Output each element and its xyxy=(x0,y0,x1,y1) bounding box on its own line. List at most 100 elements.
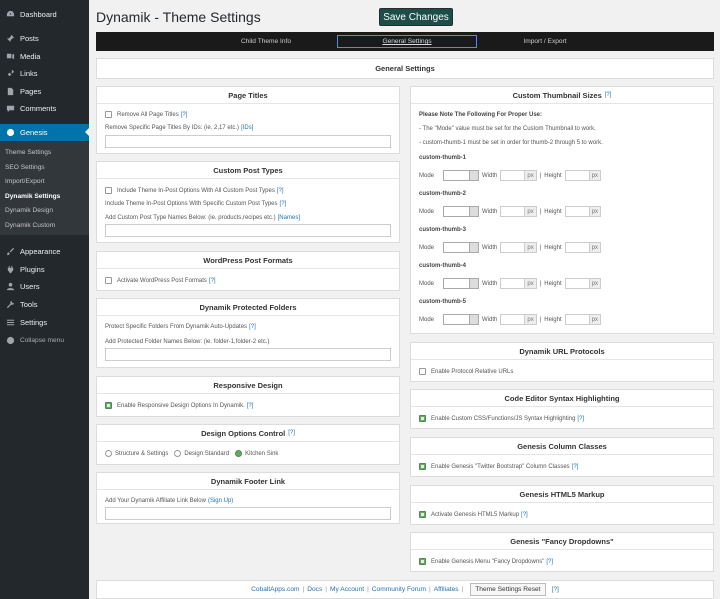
names-link[interactable]: [Names] xyxy=(278,215,300,221)
column-classes-checkbox[interactable] xyxy=(419,463,426,470)
syntax-highlighting-checkbox[interactable] xyxy=(419,415,426,422)
thumb-2-mode-select[interactable] xyxy=(443,206,480,217)
thumb-4-width-input[interactable] xyxy=(500,278,526,289)
sidebar-item-label: Users xyxy=(20,282,40,291)
column-classes-panel: Genesis Column Classes Enable Genesis "T… xyxy=(410,437,714,477)
help-link[interactable]: [?] xyxy=(247,403,254,409)
page-title-ids-input[interactable] xyxy=(105,135,391,148)
thumb-2-height-input[interactable] xyxy=(564,206,590,217)
footer-link-panel: Dynamik Footer Link Add Your Dynamik Aff… xyxy=(96,472,400,524)
protected-folders-input[interactable] xyxy=(105,348,391,361)
responsive-design-checkbox[interactable] xyxy=(105,402,112,409)
collapse-menu-button[interactable]: Collapse menu xyxy=(0,332,89,349)
cpt-all-checkbox[interactable] xyxy=(105,187,112,194)
submenu-item-dynamik-settings[interactable]: Dynamik Settings xyxy=(5,193,60,200)
page-title: Dynamik - Theme Settings xyxy=(96,9,261,25)
sidebar-item-pages[interactable]: Pages xyxy=(0,83,89,100)
submenu-item-import-export[interactable]: Import/Export xyxy=(5,178,45,185)
sidebar-item-label: Settings xyxy=(20,318,48,327)
sidebar-item-settings[interactable]: Settings xyxy=(0,314,89,331)
thumb-3-height-input[interactable] xyxy=(564,242,590,253)
sidebar-item-genesis[interactable]: Genesis xyxy=(0,124,89,141)
sidebar-item-tools[interactable]: Tools xyxy=(0,296,89,313)
tab-child-theme-info[interactable]: Child Theme Info xyxy=(196,32,336,51)
panel-title: Dynamik URL Protocols xyxy=(411,343,713,360)
design-standard-radio[interactable] xyxy=(174,450,182,457)
save-changes-button[interactable]: Save Changes xyxy=(379,8,453,26)
link-icon xyxy=(5,69,15,79)
post-formats-checkbox[interactable] xyxy=(105,277,112,284)
panel-title: Genesis HTML5 Markup xyxy=(411,486,713,503)
fancy-dropdowns-checkbox[interactable] xyxy=(419,558,426,565)
sidebar-item-comments[interactable]: Comments xyxy=(0,100,89,117)
html5-markup-checkbox[interactable] xyxy=(419,511,426,518)
footer-link-docs[interactable]: Docs xyxy=(307,586,322,593)
thumb-3-width-input[interactable] xyxy=(500,242,526,253)
sidebar-item-posts[interactable]: Posts xyxy=(0,30,89,47)
submenu-item-theme-settings[interactable]: Theme Settings xyxy=(5,149,51,156)
sidebar-item-label: Posts xyxy=(20,34,39,43)
sidebar-item-label: Appearance xyxy=(20,247,61,256)
theme-settings-reset-button[interactable]: Theme Settings Reset xyxy=(470,583,546,596)
help-link[interactable]: [?] xyxy=(546,559,553,565)
help-link[interactable]: [?] xyxy=(552,586,559,593)
thumb-5-height-input[interactable] xyxy=(564,314,590,325)
help-link[interactable]: [?] xyxy=(572,464,579,470)
help-link[interactable]: [?] xyxy=(280,201,287,207)
wrench-icon xyxy=(5,300,15,310)
thumb-2-width-input[interactable] xyxy=(500,206,526,217)
kitchen-sink-radio[interactable] xyxy=(235,450,243,457)
post-formats-panel: WordPress Post Formats Activate WordPres… xyxy=(96,251,400,291)
thumb-1-width-input[interactable] xyxy=(500,170,526,181)
thumb-3-mode-select[interactable] xyxy=(443,242,480,253)
help-link[interactable]: [?] xyxy=(249,324,256,330)
settings-footer: CobaltApps.com | Docs | My Account | Com… xyxy=(96,580,714,599)
sidebar-item-links[interactable]: Links xyxy=(0,65,89,82)
panel-title: Genesis "Fancy Dropdowns" xyxy=(411,533,713,550)
sidebar-item-media[interactable]: Media xyxy=(0,48,89,65)
syntax-highlighting-panel: Code Editor Syntax Highlighting Enable C… xyxy=(410,389,714,429)
submenu-item-dynamik-design[interactable]: Dynamik Design xyxy=(5,207,53,214)
remove-all-page-titles-checkbox[interactable] xyxy=(105,111,112,118)
sidebar-item-label: Tools xyxy=(20,300,38,309)
sidebar-item-plugins[interactable]: Plugins xyxy=(0,261,89,278)
sidebar-item-dashboard[interactable]: Dashboard xyxy=(0,6,89,23)
thumb-5-width-input[interactable] xyxy=(500,314,526,325)
thumb-4-height-input[interactable] xyxy=(564,278,590,289)
help-link[interactable]: [?] xyxy=(577,416,584,422)
submenu-item-seo-settings[interactable]: SEO Settings xyxy=(5,164,45,171)
pin-icon xyxy=(5,34,15,44)
thumb-5-mode-select[interactable] xyxy=(443,314,480,325)
thumb-1-mode-select[interactable] xyxy=(443,170,480,181)
help-link[interactable]: [?] xyxy=(521,512,528,518)
thumb-4-mode-select[interactable] xyxy=(443,278,480,289)
help-link[interactable]: [?] xyxy=(288,430,295,436)
cpt-names-input[interactable] xyxy=(105,224,391,237)
sidebar-item-users[interactable]: Users xyxy=(0,278,89,295)
help-link[interactable]: [?] xyxy=(277,188,284,194)
tab-import-export[interactable]: Import / Export xyxy=(475,32,615,51)
sign-up-link[interactable]: (Sign Up) xyxy=(208,498,233,504)
admin-sidebar: Dashboard Posts Media Links Pages Commen… xyxy=(0,0,89,599)
help-link[interactable]: [?] xyxy=(181,112,188,118)
footer-link-affiliates[interactable]: Affiliates xyxy=(434,586,459,593)
ids-link[interactable]: [IDs] xyxy=(241,125,253,131)
panel-title: Design Options Control [?] xyxy=(97,425,399,442)
custom-thumbnail-sizes-panel: Custom Thumbnail Sizes [?] Please Note Th… xyxy=(410,86,714,334)
sidebar-item-label: Plugins xyxy=(20,265,45,274)
structure-settings-radio[interactable] xyxy=(105,450,112,457)
affiliate-link-input[interactable] xyxy=(105,507,391,520)
sidebar-item-appearance[interactable]: Appearance xyxy=(0,243,89,260)
sidebar-item-label: Genesis xyxy=(20,128,48,137)
sidebar-item-label: Media xyxy=(20,52,41,61)
tab-general-settings[interactable]: General Settings xyxy=(337,35,477,48)
help-link[interactable]: [?] xyxy=(209,278,216,284)
submenu-item-dynamik-custom[interactable]: Dynamik Custom xyxy=(5,222,55,229)
footer-link-cobaltapps[interactable]: CobaltApps.com xyxy=(251,586,299,593)
footer-link-my-account[interactable]: My Account xyxy=(330,586,364,593)
thumb-1-height-input[interactable] xyxy=(564,170,590,181)
protocol-relative-urls-checkbox[interactable] xyxy=(419,368,426,375)
footer-link-community-forum[interactable]: Community Forum xyxy=(372,586,426,593)
help-link[interactable]: [?] xyxy=(605,92,612,98)
thumb-4-row: Mode Width px | Height px xyxy=(419,278,601,289)
